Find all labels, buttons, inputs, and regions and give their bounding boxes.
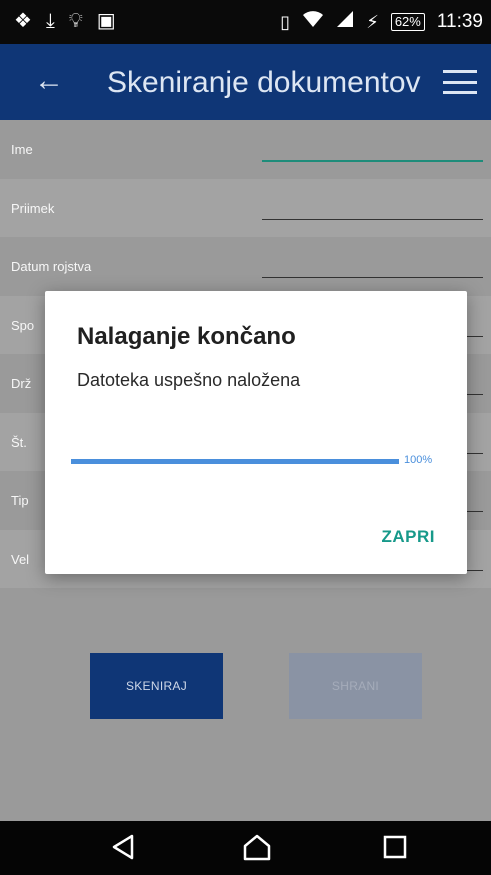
status-bar: ❖ ⤓ 💡︎ ▣ ▯ ⚡︎ 62% 11:39	[0, 0, 491, 44]
bulb-icon: 💡︎	[68, 10, 83, 32]
progress-percent: 100%	[404, 454, 433, 466]
dialog-message: Datoteka uspešno naložena	[77, 370, 301, 390]
dialog-title: Nalaganje končano	[77, 323, 296, 350]
signal-icon	[336, 10, 354, 33]
field-label: Ime	[11, 142, 33, 157]
dropbox-icon: ❖	[14, 10, 32, 32]
upload-complete-dialog: Nalaganje končano Datoteka uspešno nalož…	[45, 291, 467, 574]
close-button[interactable]: ZAPRI	[382, 527, 436, 547]
field-label: Št.	[11, 434, 27, 450]
form-row-ime: Ime	[0, 120, 491, 179]
priimek-input[interactable]	[262, 218, 483, 220]
home-nav-icon[interactable]	[242, 833, 272, 861]
android-icon: ▣	[96, 10, 116, 32]
field-label: Tip	[11, 493, 29, 508]
vibrate-icon: ▯	[280, 11, 291, 32]
page-title: Skeniranje dokumentov	[107, 66, 421, 99]
field-label: Priimek	[11, 200, 55, 216]
ime-input[interactable]	[262, 160, 483, 162]
back-nav-icon[interactable]	[110, 833, 136, 861]
field-label: Vel	[11, 551, 30, 567]
arrow-left-icon[interactable]: ←	[34, 64, 64, 98]
field-label: Drž	[11, 376, 32, 391]
form-row-datum-rojstva: Datum rojstva	[0, 237, 491, 296]
app-bar: ← Skeniranje dokumentov	[0, 44, 491, 120]
navigation-bar	[0, 821, 491, 875]
field-label: Datum rojstva	[11, 259, 92, 274]
field-label: Spo	[11, 317, 35, 333]
clock: 11:39	[436, 10, 483, 32]
recents-nav-icon[interactable]	[382, 833, 408, 861]
save-button[interactable]: SHRANI	[289, 653, 422, 719]
form-row-priimek: Priimek	[0, 178, 491, 237]
datum-rojstva-input[interactable]	[262, 277, 483, 278]
scan-button[interactable]: SKENIRAJ	[90, 653, 223, 719]
charging-icon: ⚡︎	[366, 11, 379, 32]
download-icon: ⤓	[45, 10, 55, 32]
progress-bar	[71, 459, 399, 464]
battery-indicator: 62%	[390, 12, 425, 31]
wifi-icon	[302, 10, 324, 33]
progress-fill	[71, 459, 399, 464]
hamburger-menu-icon[interactable]	[443, 70, 477, 94]
